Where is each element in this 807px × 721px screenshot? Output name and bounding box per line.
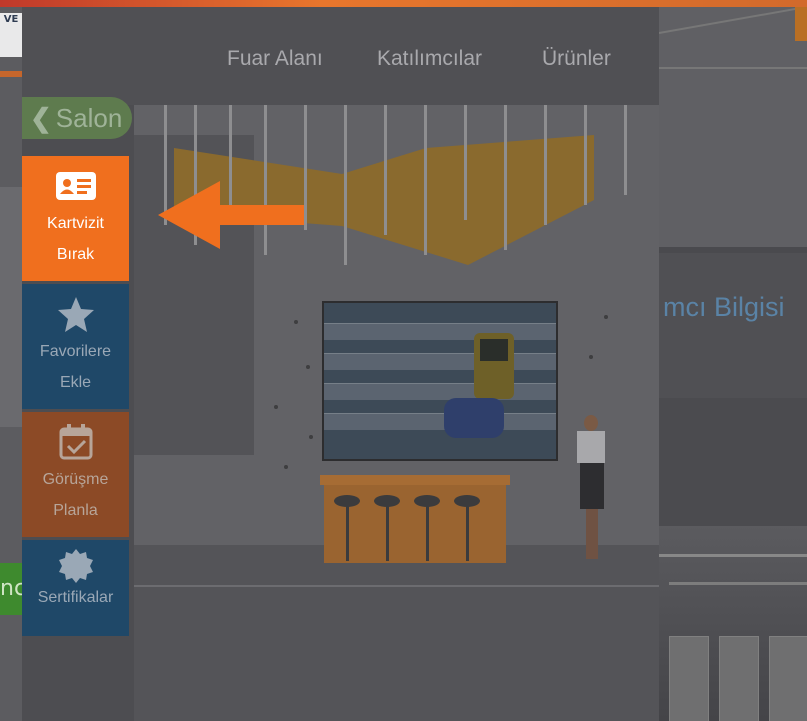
top-accent-strip [0, 0, 807, 7]
nav-katilimcilar[interactable]: Katılımcılar [377, 47, 482, 71]
modal-nav: Fuar Alanı Katılımcılar Ürünler [22, 7, 659, 105]
business-card-icon [22, 166, 129, 208]
certificates-button[interactable]: Sertifikalar [22, 540, 129, 636]
add-to-favorites-button[interactable]: Favorilere Ekle [22, 284, 129, 409]
background-page-left: VE nc [0, 7, 22, 721]
background-page-right: mcı Bilgisi [659, 7, 807, 721]
background-panel [0, 187, 22, 427]
schedule-meeting-button[interactable]: Görüşme Planla [22, 412, 129, 537]
calendar-check-icon [22, 422, 129, 464]
arrow-left-icon [158, 181, 304, 249]
nav-urunler[interactable]: Ürünler [542, 47, 611, 71]
star-icon [22, 294, 129, 336]
background-logo: VE [0, 13, 22, 57]
booth-display-screen[interactable] [322, 301, 558, 461]
leave-business-card-button[interactable]: Kartvizit Bırak [22, 156, 129, 281]
background-info-band [659, 253, 807, 398]
background-info-heading: mcı Bilgisi [663, 292, 785, 322]
background-booth-image [659, 7, 807, 247]
nav-fuar-alani[interactable]: Fuar Alanı [227, 47, 323, 71]
background-warehouse-image [659, 526, 807, 721]
background-green-button[interactable]: nc [0, 563, 22, 615]
chevron-left-icon: ❮ [30, 103, 52, 133]
back-to-salon-button[interactable]: ❮ Salon [22, 97, 132, 139]
booth-hostess [584, 415, 598, 431]
certificate-badge-icon [22, 548, 129, 584]
background-orange-bar [0, 71, 22, 77]
